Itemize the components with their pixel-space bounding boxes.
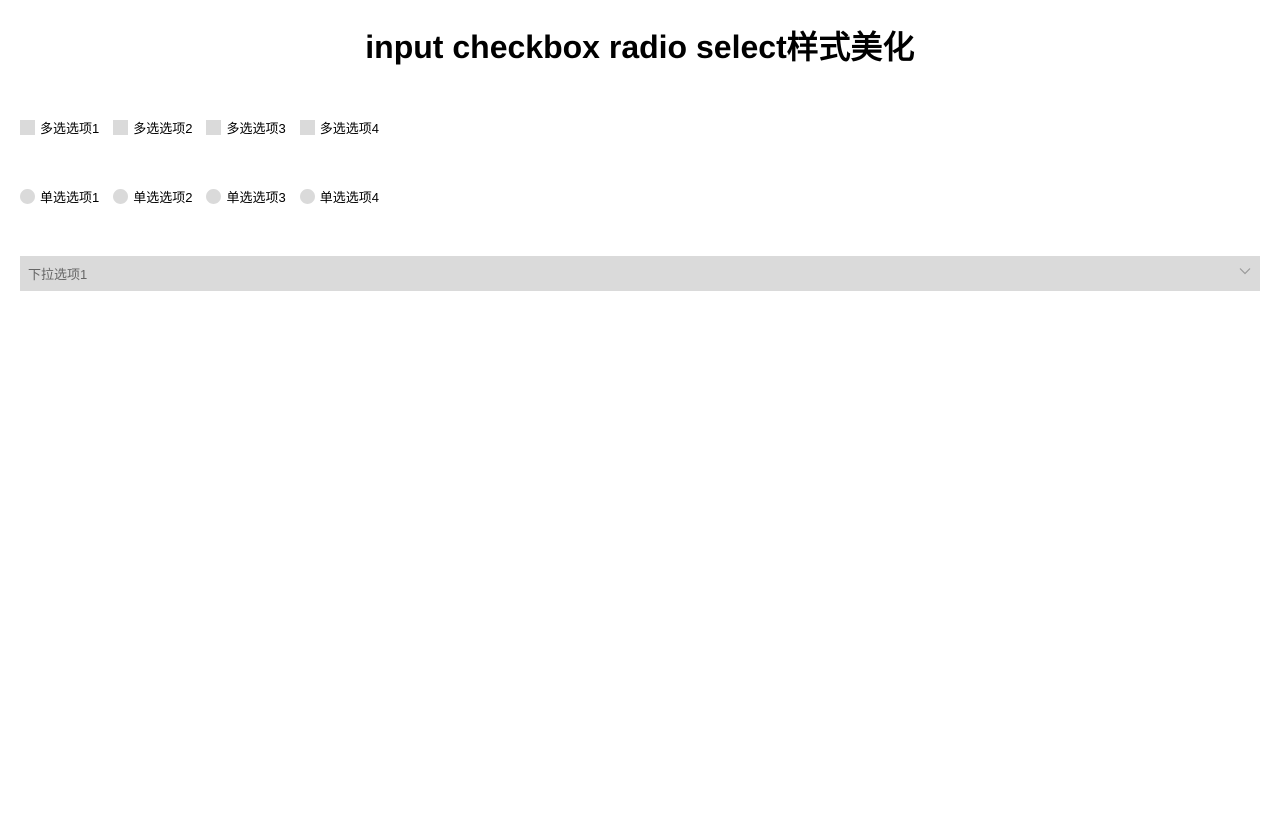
page-title: input checkbox radio select样式美化 (0, 22, 1280, 68)
radio-label: 单选选项2 (133, 187, 192, 206)
checkbox-label: 多选选项2 (133, 118, 192, 137)
radio-option-4[interactable]: 单选选项4 (300, 187, 379, 206)
checkbox-group: 多选选项1 多选选项2 多选选项3 多选选项4 (0, 118, 1280, 137)
checkbox-option-1[interactable]: 多选选项1 (20, 118, 99, 137)
checkbox-label: 多选选项3 (226, 118, 285, 137)
checkbox-icon (20, 120, 35, 135)
checkbox-label: 多选选项4 (320, 118, 379, 137)
checkbox-label: 多选选项1 (40, 118, 99, 137)
checkbox-icon (206, 120, 221, 135)
checkbox-icon (113, 120, 128, 135)
radio-icon (113, 189, 128, 204)
select-selected-label: 下拉选项1 (28, 264, 87, 283)
checkbox-option-2[interactable]: 多选选项2 (113, 118, 192, 137)
checkbox-option-3[interactable]: 多选选项3 (206, 118, 285, 137)
chevron-down-icon (1238, 264, 1252, 283)
checkbox-icon (300, 120, 315, 135)
radio-option-3[interactable]: 单选选项3 (206, 187, 285, 206)
radio-group: 单选选项1 单选选项2 单选选项3 单选选项4 (0, 187, 1280, 206)
radio-label: 单选选项4 (320, 187, 379, 206)
radio-option-1[interactable]: 单选选项1 (20, 187, 99, 206)
radio-label: 单选选项1 (40, 187, 99, 206)
select-wrap: 下拉选项1 (0, 256, 1280, 291)
radio-icon (20, 189, 35, 204)
radio-icon (206, 189, 221, 204)
radio-option-2[interactable]: 单选选项2 (113, 187, 192, 206)
radio-label: 单选选项3 (226, 187, 285, 206)
select-dropdown[interactable]: 下拉选项1 (20, 256, 1260, 291)
radio-icon (300, 189, 315, 204)
checkbox-option-4[interactable]: 多选选项4 (300, 118, 379, 137)
